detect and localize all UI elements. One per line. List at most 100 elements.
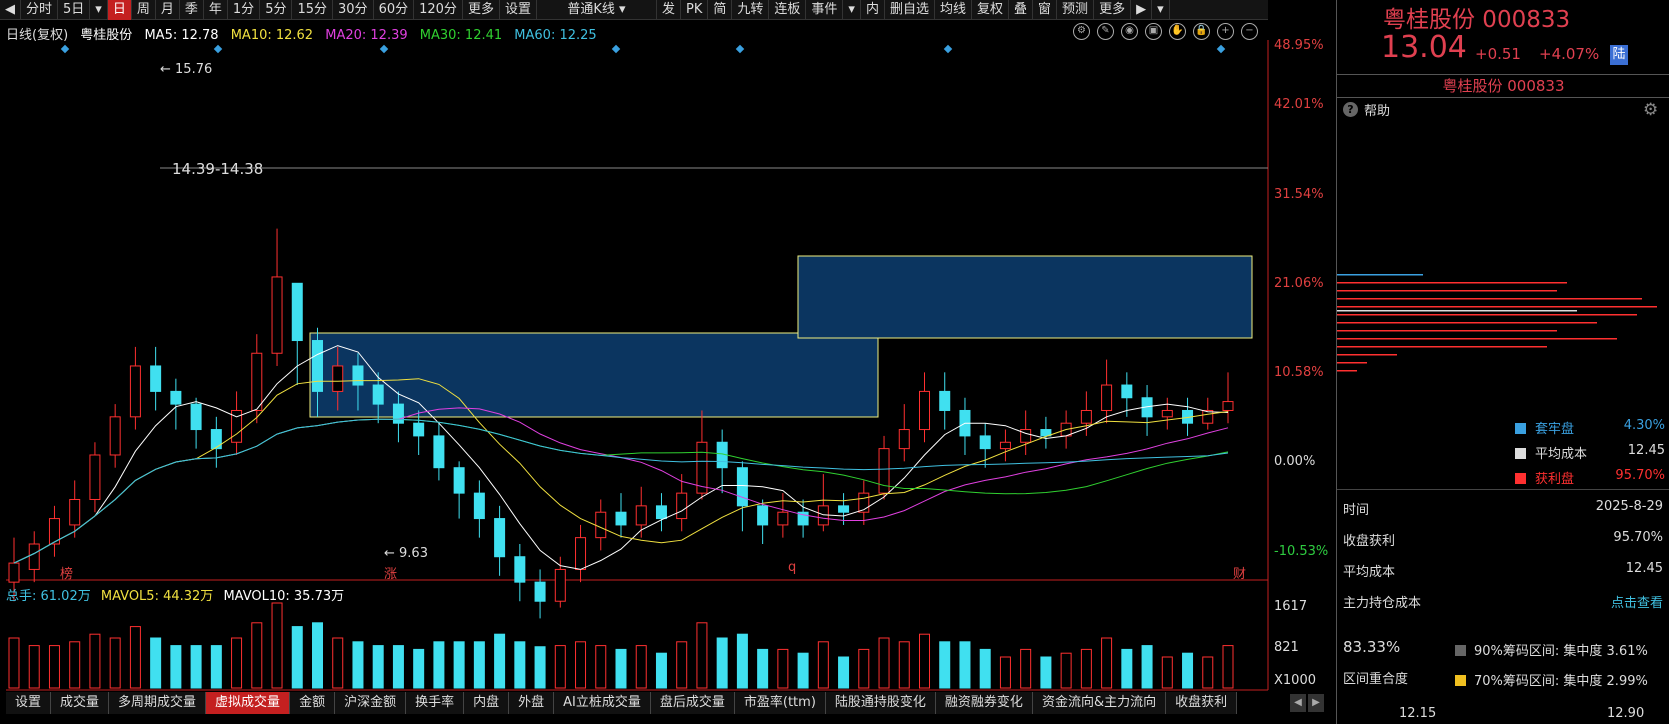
axis-label-31: 31.54% <box>1274 187 1324 202</box>
toolbar-menu-icon[interactable]: ▾ <box>1152 0 1170 20</box>
help-label[interactable]: 帮助 <box>1364 100 1390 119</box>
tab-season[interactable]: 季 <box>180 0 204 20</box>
tab-more[interactable]: 更多 <box>463 0 500 20</box>
indicator-tab-volume[interactable]: 成交量 <box>51 692 110 714</box>
tab-week[interactable]: 周 <box>132 0 156 20</box>
hk-connect-badge[interactable]: 陆 <box>1610 45 1628 65</box>
tab-year[interactable]: 年 <box>204 0 228 20</box>
scroll-left-icon[interactable]: ◀ <box>1290 694 1306 712</box>
tab-settings[interactable]: 设置 <box>500 0 537 20</box>
tool-ma[interactable]: 均线 <box>935 0 972 20</box>
indicator-tab-multi-volume[interactable]: 多周期成交量 <box>109 692 207 714</box>
tab-15min[interactable]: 15分 <box>292 0 334 20</box>
legend-swatch-avg <box>1515 448 1526 459</box>
draw-icon[interactable]: ✎ <box>1097 23 1114 40</box>
indicator-tab-hk-connect[interactable]: 陆股通持股变化 <box>825 692 936 714</box>
event-diamond-icon[interactable] <box>1216 44 1226 54</box>
event-diamond-icon[interactable] <box>379 44 389 54</box>
help-icon[interactable]: ? <box>1343 102 1358 117</box>
mark-cai[interactable]: 财 <box>1233 563 1246 582</box>
indicator-tab-turnover[interactable]: 换手率 <box>406 692 465 714</box>
price-change: +0.51 <box>1475 45 1521 63</box>
volume-bar <box>109 637 121 689</box>
volume-bar <box>595 645 607 689</box>
legend-swatch-trapped <box>1515 423 1526 434</box>
tab-120min[interactable]: 120分 <box>414 0 463 20</box>
tool-adjust[interactable]: 复权 <box>972 0 1010 20</box>
tool-remove-watch[interactable]: 删自选 <box>885 0 935 20</box>
eye-icon[interactable]: ◉ <box>1121 23 1138 40</box>
indicator-tab-amount[interactable]: 金额 <box>290 692 336 714</box>
avg-cost-bar <box>1337 310 1577 312</box>
mavol10-label: MAVOL10: 35.73万 <box>223 589 345 604</box>
panel-settings-icon[interactable]: ⚙ <box>1643 100 1658 120</box>
next-arrow-icon[interactable]: ▶ <box>1131 0 1153 20</box>
tab-5min[interactable]: 5分 <box>260 0 293 20</box>
candle-body <box>129 365 141 418</box>
tool-forecast[interactable]: 预测 <box>1057 0 1095 20</box>
indicator-tab-ai-volume[interactable]: AI立桩成交量 <box>554 692 651 714</box>
dropdown-arrow-icon[interactable]: ▾ <box>90 0 108 20</box>
volume-bar <box>210 645 222 689</box>
event-diamond-icon[interactable] <box>611 44 621 54</box>
tool-nine[interactable]: 九转 <box>732 0 770 20</box>
indicator-tab-virtual-volume[interactable]: 虚拟成交量 <box>206 692 291 714</box>
indicator-tab-settings[interactable]: 设置 <box>6 692 52 714</box>
axis-label-21: 21.06% <box>1274 276 1324 291</box>
scroll-right-icon[interactable]: ▶ <box>1308 694 1324 712</box>
indicator-tab-outer[interactable]: 外盘 <box>509 692 555 714</box>
settings-icon[interactable]: ⚙ <box>1073 23 1090 40</box>
kline-type-label: 普通K线 <box>567 1 615 17</box>
tab-day[interactable]: 日 <box>107 0 132 20</box>
tool-limitup[interactable]: 连板 <box>769 0 807 20</box>
lock-icon[interactable]: 🔒 <box>1193 23 1210 40</box>
tool-overlay[interactable]: 叠 <box>1009 0 1034 20</box>
event-diamond-icon[interactable] <box>735 44 745 54</box>
tool-inner[interactable]: 内 <box>861 0 885 20</box>
screen-icon[interactable]: ▣ <box>1145 23 1162 40</box>
chip-bar <box>1337 362 1367 364</box>
volume-bar <box>817 641 829 689</box>
indicator-tab-margin[interactable]: 融资融券变化 <box>935 692 1033 714</box>
tool-window[interactable]: 窗 <box>1033 0 1058 20</box>
event-diamond-icon[interactable] <box>60 44 70 54</box>
kline-chart[interactable] <box>0 40 1270 724</box>
tab-1min[interactable]: 1分 <box>228 0 261 20</box>
tab-intraday[interactable]: 分时 <box>21 0 59 20</box>
legend-profit-value: 95.70% <box>1615 468 1665 483</box>
zoom-out-icon[interactable]: − <box>1241 23 1258 40</box>
event-diamond-icon[interactable] <box>943 44 953 54</box>
prev-arrow-icon[interactable]: ◀ <box>0 0 21 20</box>
mark-q[interactable]: q <box>788 560 796 575</box>
tool-fa[interactable]: 发 <box>657 0 681 20</box>
tab-30min[interactable]: 30分 <box>333 0 374 20</box>
tool-simple[interactable]: 简 <box>708 0 733 20</box>
hand-icon[interactable]: ✋ <box>1169 23 1186 40</box>
view-main-cost-link[interactable]: 点击查看 <box>1611 592 1663 611</box>
tool-more[interactable]: 更多 <box>1094 0 1132 20</box>
tool-pk[interactable]: PK <box>681 0 709 20</box>
indicator-tab-profit[interactable]: 收盘获利 <box>1166 692 1238 714</box>
indicator-tab-capital-flow[interactable]: 资金流向&主力流向 <box>1032 692 1167 714</box>
tool-events[interactable]: 事件 <box>806 0 844 20</box>
indicator-tab-inner[interactable]: 内盘 <box>464 692 510 714</box>
mark-bang[interactable]: 榜 <box>60 563 73 582</box>
tab-month[interactable]: 月 <box>156 0 180 20</box>
range-low-price: 12.15 <box>1399 706 1437 721</box>
indicator-tab-hs-amount[interactable]: 沪深金额 <box>335 692 407 714</box>
kline-type-select[interactable]: 普通K线 ▾ <box>537 0 657 20</box>
help-row[interactable]: ? 帮助 <box>1343 100 1390 119</box>
candle-body <box>676 492 688 520</box>
candle-body <box>1080 409 1092 424</box>
tab-5day[interactable]: 5日 <box>58 0 91 20</box>
indicator-tab-pe[interactable]: 市盈率(ttm) <box>734 692 826 714</box>
price-change-pct: +4.07% <box>1539 45 1600 63</box>
indicator-tab-after-hours[interactable]: 盘后成交量 <box>650 692 735 714</box>
info-main-cost: 主力持仓成本 点击查看 <box>1343 592 1663 611</box>
volume-bar <box>635 645 647 689</box>
events-dropdown-icon[interactable]: ▾ <box>843 0 861 20</box>
mark-zhang[interactable]: 涨 <box>384 563 397 582</box>
event-diamond-icon[interactable] <box>213 44 223 54</box>
zoom-in-icon[interactable]: + <box>1217 23 1234 40</box>
tab-60min[interactable]: 60分 <box>374 0 415 20</box>
